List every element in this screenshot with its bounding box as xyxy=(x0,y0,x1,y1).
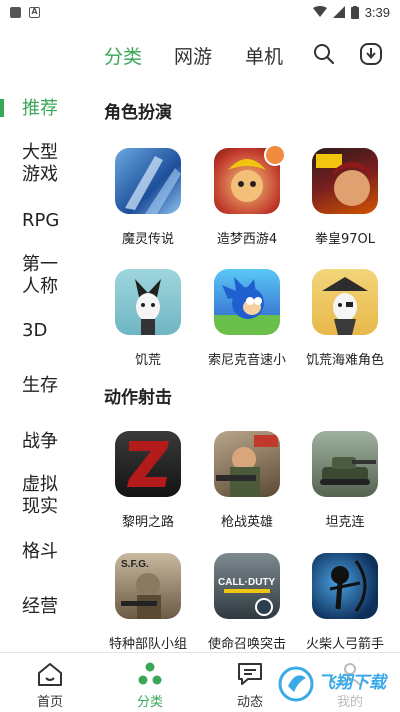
sidebar-item-first-person[interactable]: 第一人称 xyxy=(0,254,70,298)
sidebar-item-label: 3D xyxy=(22,320,48,341)
game-name: 黎明之路 xyxy=(121,515,174,530)
sidebar-item-label: 推荐 xyxy=(22,98,58,119)
stickman-archer-icon xyxy=(312,553,378,619)
clock: 3:39 xyxy=(364,4,390,20)
gun-hero-icon xyxy=(214,431,280,497)
game-tile[interactable]: 拳皇97OL xyxy=(300,148,390,247)
game-tile[interactable]: 火柴人弓箭手 xyxy=(300,553,390,652)
game-tile[interactable]: 饥荒 xyxy=(103,269,193,368)
dont-starve-icon xyxy=(115,269,181,335)
game-name: 火柴人弓箭手 xyxy=(305,637,384,652)
gift-badge-icon xyxy=(264,144,286,166)
game-tile[interactable]: S.F.G. 特种部队小组 xyxy=(103,553,193,652)
download-icon[interactable] xyxy=(359,42,383,66)
call-of-duty-icon: CALL·DUTY xyxy=(214,553,280,619)
game-name: 拳皇97OL xyxy=(314,232,376,247)
game-name: 饥荒海难角色 xyxy=(305,353,384,368)
game-name: 造梦西游4 xyxy=(216,232,278,247)
sidebar-item-vr[interactable]: 虚拟现实 xyxy=(0,474,70,518)
home-icon xyxy=(38,663,62,686)
nav-label: 动态 xyxy=(236,695,263,710)
svg-text:CALL·DUTY: CALL·DUTY xyxy=(218,577,276,588)
category-icon xyxy=(138,662,162,685)
sidebar-item-label: 第一人称 xyxy=(22,254,58,297)
sidebar-item-survival[interactable]: 生存 xyxy=(0,375,90,397)
special-forces-icon: S.F.G. xyxy=(115,553,181,619)
game-tile[interactable]: 黎明之路 xyxy=(103,431,193,530)
game-name: 魔灵传说 xyxy=(121,232,174,247)
game-name: 索尼克音速小 xyxy=(207,353,286,368)
top-tab-bar: 分类 网游 单机 xyxy=(0,30,400,78)
battery-icon xyxy=(350,5,359,19)
tab-category[interactable]: 分类 xyxy=(104,42,142,69)
tank-icon xyxy=(312,431,378,497)
sidebar-item-recommend[interactable]: 推荐 xyxy=(0,98,90,120)
game-name: 使命召唤突击 xyxy=(207,637,286,652)
sidebar-item-label: 生存 xyxy=(22,375,58,396)
shipwrecked-icon xyxy=(312,269,378,335)
tab-online-games[interactable]: 网游 xyxy=(174,42,212,69)
nav-label: 分类 xyxy=(136,695,163,710)
game-name: 枪战英雄 xyxy=(220,515,273,530)
nav-home[interactable]: 首页 xyxy=(20,661,80,710)
watermark-text: 飞翔下载 xyxy=(318,673,386,693)
sidebar-item-label: 格斗 xyxy=(22,541,58,562)
game-tile[interactable]: 饥荒海难角色 xyxy=(300,269,390,368)
game-tile[interactable]: 魔灵传说 xyxy=(103,148,193,247)
message-icon xyxy=(238,663,262,685)
tab-single-player[interactable]: 单机 xyxy=(245,42,283,69)
section-title-rpg: 角色扮演 xyxy=(104,103,172,123)
wifi-icon xyxy=(312,6,327,17)
game-tile[interactable]: 造梦西游4 xyxy=(202,144,292,247)
section-title-action: 动作射击 xyxy=(104,388,172,408)
sidebar-item-label: 大型游戏 xyxy=(22,142,58,185)
sidebar-item-label: RPG xyxy=(22,210,60,231)
dawn-road-icon xyxy=(115,431,181,497)
nav-category[interactable]: 分类 xyxy=(120,661,180,710)
search-icon[interactable] xyxy=(312,42,336,66)
sidebar-item-rpg[interactable]: RPG xyxy=(0,210,90,232)
sonic-icon xyxy=(214,269,280,335)
game-tile[interactable]: 索尼克音速小 xyxy=(202,269,292,368)
sidebar-item-label: 战争 xyxy=(22,431,58,452)
nav-feed[interactable]: 动态 xyxy=(220,661,280,710)
game-name: 特种部队小组 xyxy=(108,637,187,652)
notification-icon xyxy=(10,6,21,18)
sidebar-item-large-games[interactable]: 大型游戏 xyxy=(0,142,70,186)
kof97-icon xyxy=(312,148,378,214)
sidebar-item-label: 经营 xyxy=(22,596,58,617)
app-a-icon: A xyxy=(29,6,40,18)
sidebar-item-fighting[interactable]: 格斗 xyxy=(0,541,90,563)
magic-legend-icon xyxy=(115,148,181,214)
game-name: 饥荒 xyxy=(134,353,161,368)
sidebar-item-management[interactable]: 经营 xyxy=(0,596,90,618)
game-tile[interactable]: CALL·DUTY 使命召唤突击 xyxy=(202,553,292,652)
sidebar-item-3d[interactable]: 3D xyxy=(0,320,90,342)
sidebar-item-label: 虚拟现实 xyxy=(22,474,58,517)
game-name: 坦克连 xyxy=(325,515,365,530)
nav-label: 首页 xyxy=(36,695,63,710)
status-bar: A 3:39 xyxy=(0,0,400,24)
signal-icon xyxy=(332,6,345,18)
sidebar-item-war[interactable]: 战争 xyxy=(0,431,90,453)
svg-text:S.F.G.: S.F.G. xyxy=(121,559,149,570)
game-tile[interactable]: 坦克连 xyxy=(300,431,390,530)
game-tile[interactable]: 枪战英雄 xyxy=(202,431,292,530)
